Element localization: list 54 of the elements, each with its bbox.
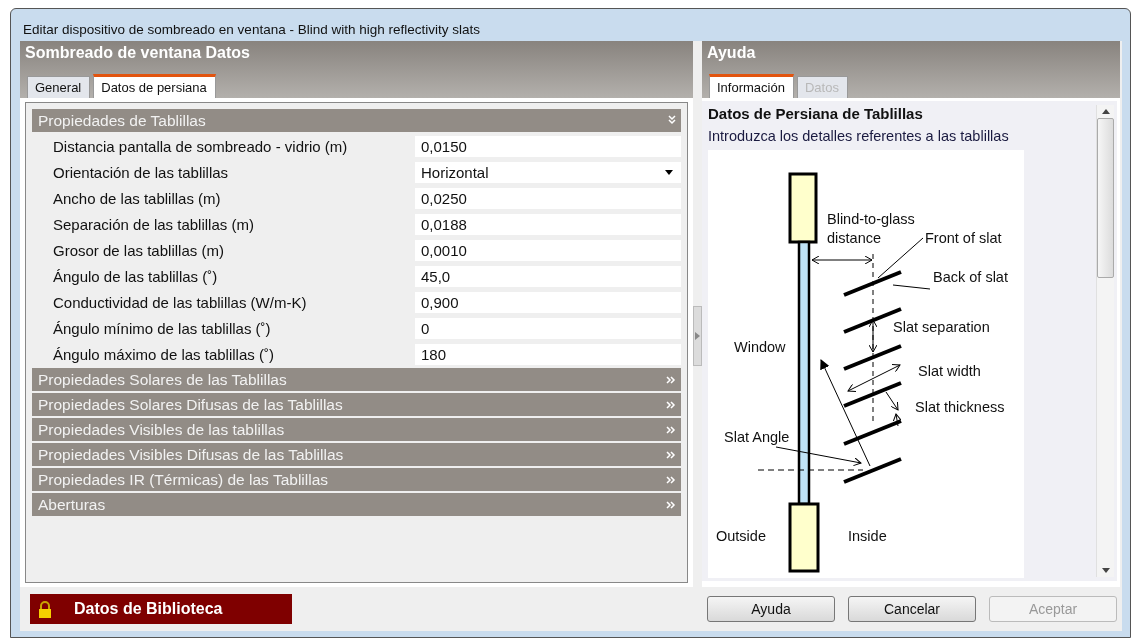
property-label: Distancia pantalla de sombreado - vidrio (m) xyxy=(53,137,349,155)
help-heading: Datos de Persiana de Tablillas xyxy=(708,105,924,122)
diagram-label: Back of slat xyxy=(933,269,1008,285)
panel-title: Ayuda xyxy=(707,44,757,62)
input-field[interactable]: 45,0 xyxy=(415,265,681,287)
diagram-label: Outside xyxy=(716,528,766,544)
diagram-label: Slat thickness xyxy=(915,399,1005,415)
library-badge: Datos de Biblioteca xyxy=(30,594,292,624)
input-field[interactable]: 0,900 xyxy=(415,291,681,313)
diagram-label: Slat separation xyxy=(893,319,990,335)
input-field[interactable]: 180 xyxy=(415,343,681,365)
dialog-button[interactable]: Ayuda xyxy=(707,596,835,622)
dropdown-field[interactable]: Horizontal xyxy=(415,161,681,183)
section-title: Propiedades de Tablillas xyxy=(38,111,206,130)
section-title: Propiedades Visibles de las tablillas xyxy=(38,420,285,439)
scrollbar[interactable] xyxy=(1096,105,1114,577)
input-field[interactable]: 0,0250 xyxy=(415,187,681,209)
dropdown-arrow-icon xyxy=(665,169,673,175)
property-label: Ángulo máximo de las tablillas (˚) xyxy=(53,345,275,363)
input-field[interactable]: 0,0188 xyxy=(415,213,681,235)
property-label: Orientación de las tablillas xyxy=(53,163,230,181)
input-field[interactable]: 0,0150 xyxy=(415,135,681,157)
property-label: Ángulo de las tablillas (˚) xyxy=(53,267,219,285)
section-title: Propiedades IR (Térmicas) de las Tablillas xyxy=(38,470,329,489)
tab[interactable]: General xyxy=(27,76,91,98)
lock-icon xyxy=(38,600,52,618)
diagram-label: Front of slat xyxy=(925,230,1002,246)
help-text: Introduzca los detalles referentes a las tablillas xyxy=(708,128,1010,144)
dialog-button[interactable]: Cancelar xyxy=(848,596,976,622)
section-title: Aberturas xyxy=(38,495,106,514)
window-title: Editar dispositivo de sombreado en ventana - Blind with high reflectivity slats xyxy=(22,21,481,39)
diagram-label: Window xyxy=(734,339,786,355)
panel-title: Sombreado de ventana Datos xyxy=(25,44,251,62)
window-frame xyxy=(788,172,818,244)
input-field[interactable]: 0,0010 xyxy=(415,239,681,261)
tab[interactable]: Datos de persiana xyxy=(93,74,216,98)
property-label: Conductividad de las tablillas (W/m-K) xyxy=(53,293,308,311)
tab[interactable]: Información xyxy=(709,74,794,98)
window-frame xyxy=(788,502,820,573)
diagram-label: Slat width xyxy=(918,363,981,379)
diagram-label: Inside xyxy=(848,528,887,544)
property-label: Grosor de las tablillas (m) xyxy=(53,241,225,259)
property-label: Ángulo mínimo de las tablillas (˚) xyxy=(53,319,272,337)
section-title: Propiedades Solares de las Tablillas xyxy=(38,370,287,389)
splitter-handle[interactable] xyxy=(693,306,702,366)
diagram-label: Blind-to-glass distance xyxy=(827,211,915,246)
diagram-label: Slat Angle xyxy=(724,429,790,445)
scroll-up-icon xyxy=(1101,109,1110,114)
section-title: Propiedades Visibles Difusas de las Tablillas xyxy=(38,445,344,464)
property-label: Separación de las tablillas (m) xyxy=(53,215,255,233)
section-title: Propiedades Solares Difusas de las Tablillas xyxy=(38,395,343,414)
scroll-down-icon xyxy=(1101,568,1110,573)
property-label: Ancho de las tablillas (m) xyxy=(53,189,222,207)
input-field[interactable]: 0 xyxy=(415,317,681,339)
